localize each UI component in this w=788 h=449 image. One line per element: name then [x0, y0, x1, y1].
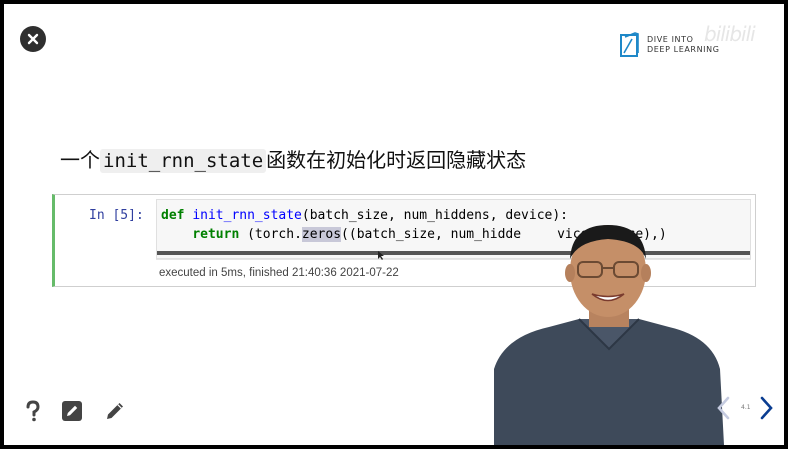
edit-button[interactable] [61, 400, 83, 422]
book-logo-icon [618, 31, 642, 59]
help-button[interactable] [22, 400, 44, 422]
close-icon [27, 33, 39, 45]
slide-title: 一个 init_rnn_state 函数在初始化时返回隐藏状态 [60, 144, 526, 173]
keyword: return [192, 227, 240, 242]
logo-line-2: DEEP LEARNING [647, 45, 720, 54]
slide-number: 4.1 [741, 404, 751, 411]
presentation-slide: DIVE INTO DEEP LEARNING bilibili 一个 init_… [4, 4, 784, 445]
execution-info: executed in 5ms, finished 21:40:36 2021-… [159, 267, 399, 279]
edit-square-icon [62, 401, 82, 421]
presenter-video [494, 225, 724, 445]
title-suffix: 函数在初始化时返回隐藏状态 [266, 148, 527, 172]
close-button[interactable] [20, 26, 46, 52]
code-text: (torch. [239, 227, 302, 242]
keyword: def [161, 208, 185, 223]
title-code: init_rnn_state [100, 149, 267, 173]
question-mark-icon [26, 400, 40, 422]
title-prefix: 一个 [60, 148, 100, 172]
chevron-right-icon[interactable] [759, 395, 775, 421]
pencil-icon [107, 403, 123, 419]
draw-button[interactable] [104, 400, 126, 422]
function-name: init_rnn_state [192, 208, 302, 223]
watermark: bilibili [704, 22, 756, 46]
highlighted-text: zeros [301, 227, 342, 242]
chevron-left-icon[interactable] [715, 395, 731, 421]
cell-prompt: In [5]: [89, 208, 144, 223]
mouse-cursor-icon [378, 251, 384, 260]
